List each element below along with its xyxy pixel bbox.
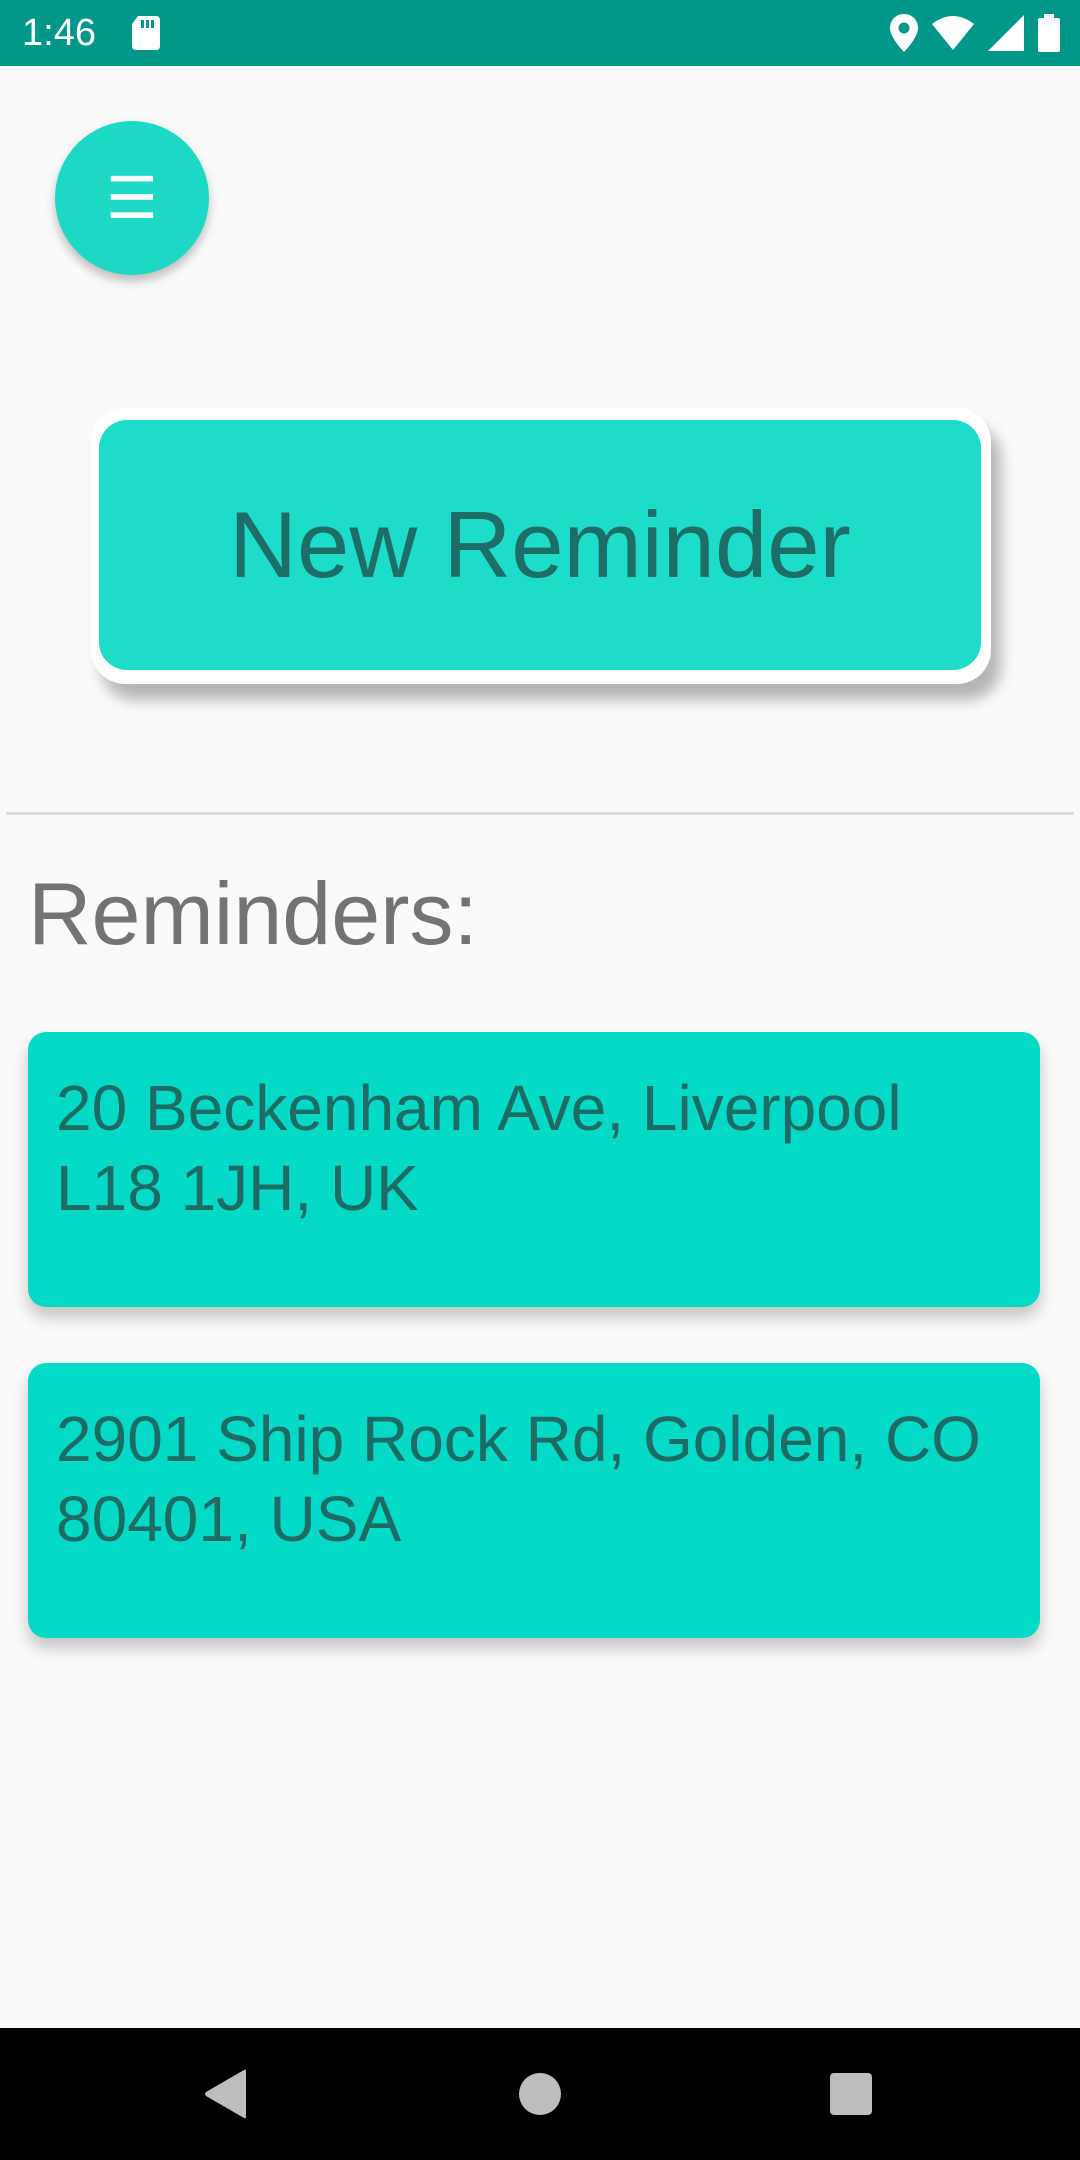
home-icon: [519, 2073, 561, 2115]
home-button[interactable]: [474, 2028, 606, 2160]
status-bar: 1:46: [0, 0, 1080, 66]
recents-button[interactable]: [785, 2028, 917, 2160]
location-icon: [890, 14, 918, 52]
back-icon: [205, 2069, 246, 2119]
reminder-card[interactable]: 20 Beckenham Ave, Liverpool L18 1JH, UK: [28, 1032, 1040, 1307]
signal-icon: [988, 15, 1024, 51]
reminder-card[interactable]: 2901 Ship Rock Rd, Golden, CO 80401, USA: [28, 1363, 1040, 1638]
reminder-address: 2901 Ship Rock Rd, Golden, CO 80401, USA: [56, 1403, 981, 1555]
new-reminder-button[interactable]: New Reminder: [91, 408, 991, 684]
reminders-title: Reminders:: [28, 864, 478, 963]
new-reminder-label: New Reminder: [229, 492, 851, 597]
new-reminder-button-face[interactable]: New Reminder: [99, 420, 981, 670]
sd-card-icon: [132, 16, 160, 50]
recents-icon: [830, 2073, 872, 2115]
reminder-address: 20 Beckenham Ave, Liverpool L18 1JH, UK: [56, 1072, 902, 1224]
divider: [6, 812, 1074, 815]
menu-icon: ☰: [106, 164, 158, 232]
wifi-icon: [932, 16, 974, 50]
navigation-bar: [0, 2028, 1080, 2160]
status-icons: [890, 12, 1060, 54]
battery-icon: [1038, 14, 1060, 52]
back-button[interactable]: [160, 2028, 292, 2160]
status-time: 1:46: [22, 12, 96, 54]
menu-button[interactable]: ☰: [55, 121, 209, 275]
